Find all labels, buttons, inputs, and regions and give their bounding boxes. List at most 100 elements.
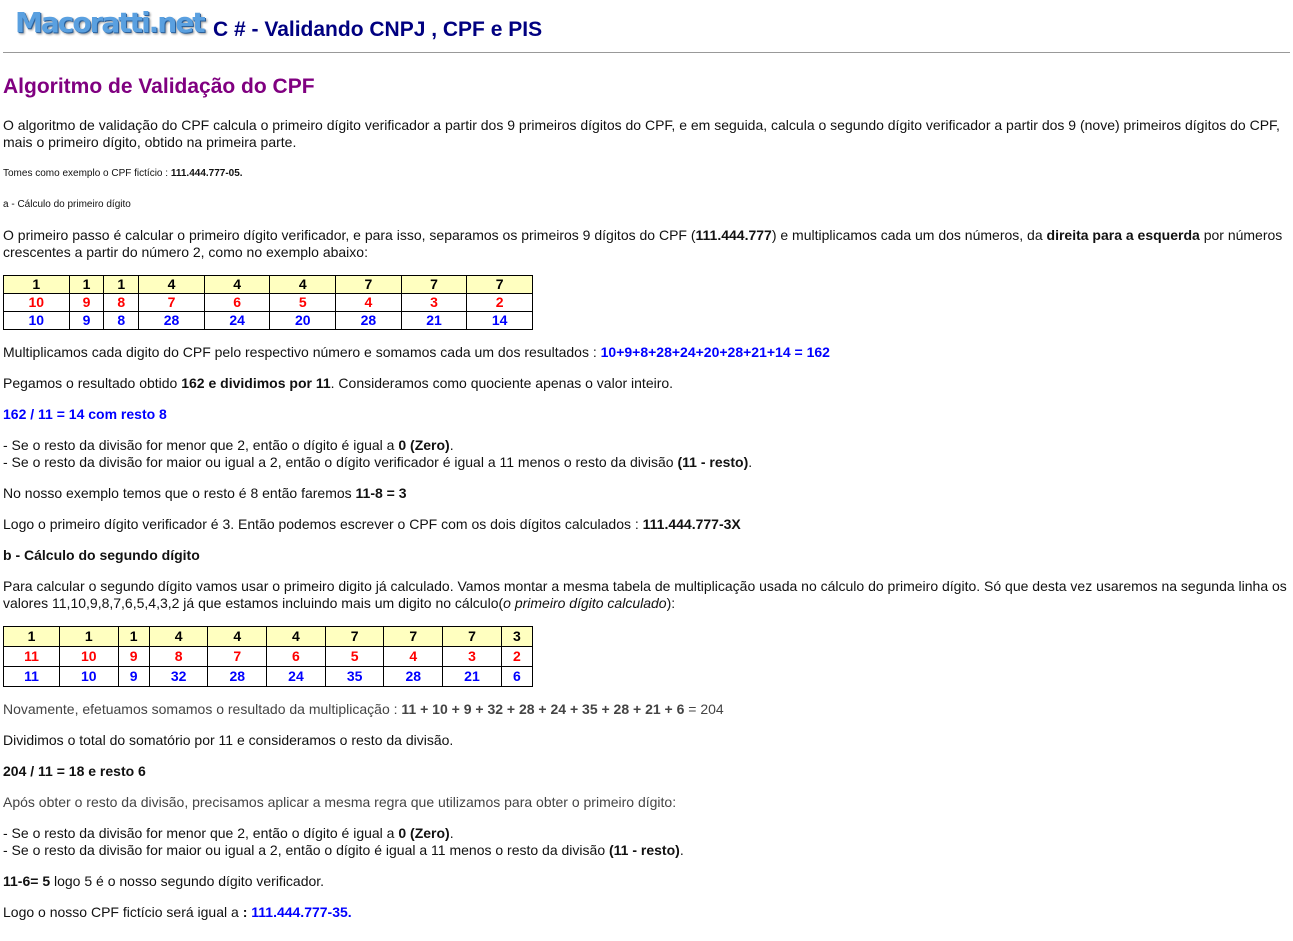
cpf-digit-row: 111444777: [3, 275, 533, 294]
site-title: C # - Validando CNPJ , CPF e PIS: [213, 18, 543, 41]
paragraph: 162 / 11 = 14 com resto 8: [3, 406, 1290, 423]
text: .: [748, 454, 753, 470]
article-content: O algoritmo de validação do CPF calcula …: [0, 117, 1293, 921]
table-cell: 32: [148, 666, 209, 687]
weight-row: 10 9 8 7 6 5 4 3 2: [3, 293, 533, 312]
table-cell: 35: [324, 666, 385, 687]
text: Pegamos o resultado obtido: [3, 375, 182, 391]
table-cell: 10: [3, 293, 70, 312]
paragraph: b - Cálculo do segundo dígito: [3, 547, 1290, 564]
paragraph: - Se o resto da divisão for menor que 2,…: [3, 437, 1290, 471]
text: ):: [666, 595, 676, 611]
site-header: Macoratti.net C # - Validando CNPJ , CPF…: [3, 0, 1290, 53]
emphasis-text: 111.444.777-35.: [251, 904, 352, 920]
emphasis-text: 111.444.777-05.: [170, 168, 243, 179]
emphasis-text: 111.444.777-3X: [642, 516, 741, 532]
table-cell: 10: [58, 646, 119, 667]
table-cell: 9: [68, 311, 105, 330]
table-cell: 24: [266, 666, 326, 687]
text: . Consideramos como quociente apenas o v…: [330, 375, 674, 391]
text: a - Cálculo do primeiro dígito: [3, 199, 131, 210]
paragraph: 11-6= 5 logo 5 é o nosso segundo dígito …: [3, 873, 1290, 890]
text: Dividimos o total do somatório por 11 e …: [3, 732, 454, 748]
emphasis-text: 111.444.777: [695, 227, 772, 243]
table-cell: 4: [148, 626, 209, 647]
table-cell: 28: [335, 311, 402, 330]
table-cell: 4: [203, 275, 271, 294]
table-cell: 11: [3, 646, 60, 667]
text: - Se o resto da divisão for maior ou igu…: [3, 842, 609, 858]
text: O algoritmo de validação do CPF calcula …: [3, 117, 1280, 150]
table-cell: 1: [3, 275, 70, 294]
table-cell: 4: [335, 293, 402, 312]
table-cell: 6: [266, 646, 326, 667]
table-cell: 20: [269, 311, 337, 330]
paragraph: a - Cálculo do primeiro dígito: [3, 196, 1290, 213]
paragraph: Para calcular o segundo dígito vamos usa…: [3, 578, 1290, 612]
table-cell: 7: [324, 626, 385, 647]
table-cell: 2: [500, 646, 534, 667]
product-row: 10 9 8 28 24 20 28 21 14: [3, 311, 533, 330]
text: Após obter o resto da divisão, precisamo…: [3, 794, 677, 810]
text: Novamente, efetuamos somamos o resultado…: [3, 701, 402, 717]
emphasis-text: 162 / 11 = 14 com resto 8: [3, 406, 167, 422]
text: Logo o primeiro dígito verificador é 3. …: [3, 516, 643, 532]
paragraph: Logo o nosso CPF fictício será igual a :…: [3, 904, 1290, 921]
multiplication-table: 1 1 1 4 4 4 7 7 7 10 9 8 7 6 5 4 3 2 10 9 8 28 24 20 28 21 14: [3, 275, 533, 330]
text: O primeiro passo é calcular o primeiro d…: [3, 227, 696, 243]
table-cell: 9: [117, 666, 150, 687]
text: - Se o resto da divisão for maior ou igu…: [3, 454, 678, 470]
emphasis-text: 162 e dividimos por 11: [181, 375, 331, 391]
table-cell: 7: [207, 646, 268, 667]
table-cell: 3: [442, 646, 502, 667]
text: ) e multiplicamos cada um dos números, d…: [771, 227, 1047, 243]
table-cell: 7: [400, 275, 468, 294]
table-cell: 3: [400, 293, 468, 312]
paragraph: - Se o resto da divisão for menor que 2,…: [3, 825, 1290, 859]
cpf-digit-row: 1114447773: [3, 626, 534, 647]
page-title: Algoritmo de Validação do CPF: [3, 75, 315, 98]
table-cell: 5: [269, 293, 337, 312]
paragraph: Pegamos o resultado obtido 162 e dividim…: [3, 375, 1290, 392]
paragraph: Após obter o resto da divisão, precisamo…: [3, 794, 1290, 811]
emphasis-text: b - Cálculo do segundo dígito: [3, 547, 200, 563]
table-cell: 9: [117, 646, 150, 667]
table-cell: 1: [58, 626, 119, 647]
macoratti-logo[interactable]: Macoratti.net: [15, 6, 206, 39]
table-cell: 11: [3, 666, 60, 687]
table-cell: 7: [138, 293, 205, 312]
paragraph: Dividimos o total do somatório por 11 e …: [3, 732, 1290, 749]
table-cell: 4: [207, 626, 268, 647]
paragraph: Logo o primeiro dígito verificador é 3. …: [3, 516, 1290, 533]
table-cell: 7: [466, 275, 533, 294]
paragraph: Tomes como exemplo o CPF fictício : 111.…: [3, 165, 1290, 182]
paragraph: Multiplicamos cada digito do CPF pelo re…: [3, 344, 1290, 361]
text: - Se o resto da divisão for menor que 2,…: [3, 437, 399, 453]
emphasis-text: direita para a esquerda: [1046, 227, 1200, 243]
emphasis-text: (11 - resto): [677, 454, 749, 470]
text: Logo o nosso CPF fictício será igual a: [3, 904, 243, 920]
table-cell: 2: [466, 293, 533, 312]
emphasis-text: 204 / 11 = 18 e resto 6: [3, 763, 146, 779]
table-cell: 28: [138, 311, 205, 330]
paragraph: 204 / 11 = 18 e resto 6: [3, 763, 1290, 780]
text: Multiplicamos cada digito do CPF pelo re…: [3, 344, 601, 360]
paragraph: Novamente, efetuamos somamos o resultado…: [3, 701, 1290, 718]
table-cell: 6: [500, 666, 534, 687]
text: No nosso exemplo temos que o resto é 8 e…: [3, 485, 356, 501]
table-cell: 21: [400, 311, 468, 330]
text: .: [679, 842, 684, 858]
table-cell: 24: [203, 311, 271, 330]
text: .: [449, 825, 454, 841]
table-cell: 28: [207, 666, 268, 687]
table-cell: 21: [442, 666, 502, 687]
text: = 204: [684, 701, 724, 717]
table-cell: 4: [383, 646, 444, 667]
table-cell: 8: [148, 646, 209, 667]
emphasis-text: 0 (Zero): [398, 825, 450, 841]
table-cell: 4: [269, 275, 337, 294]
emphasis-text: 11 + 10 + 9 + 32 + 28 + 24 + 35 + 28 + 2…: [401, 701, 685, 717]
table-cell: 7: [335, 275, 402, 294]
text: logo 5 é o nosso segundo dígito verifica…: [50, 873, 325, 889]
table-cell: 1: [68, 275, 105, 294]
